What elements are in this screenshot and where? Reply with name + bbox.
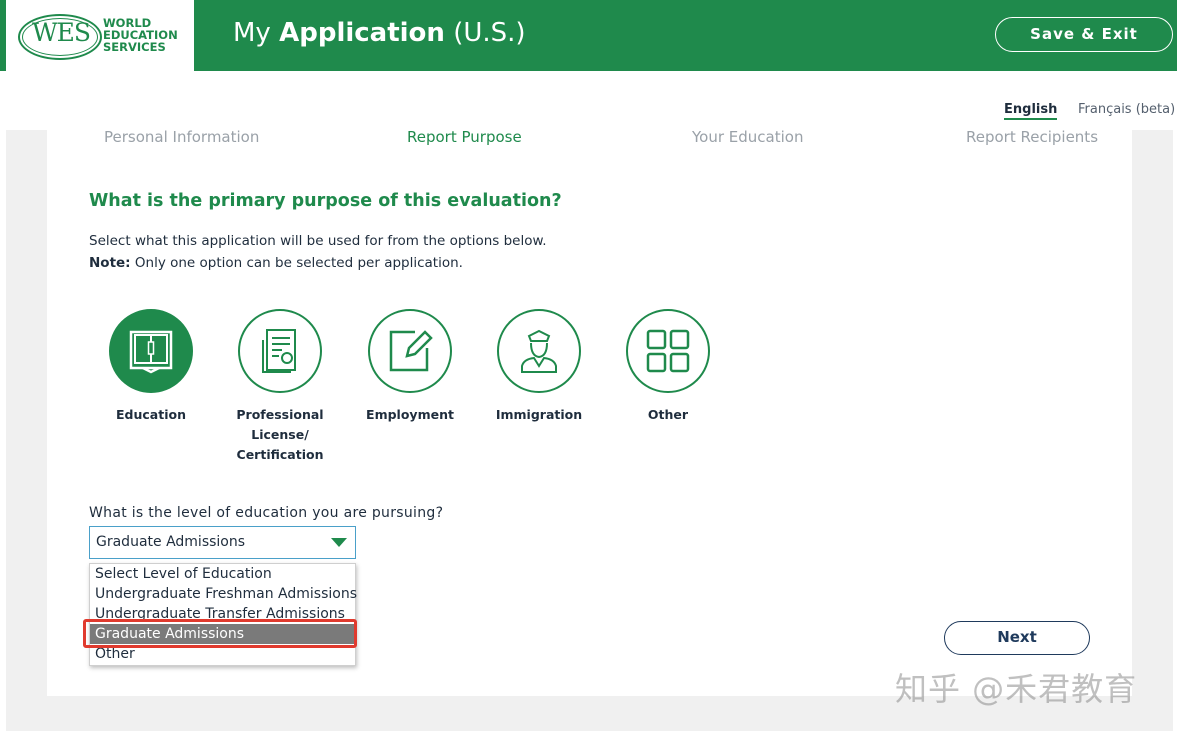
note-text: Note: Only one option can be selected pe… <box>89 255 463 271</box>
language-french-link[interactable]: Français (beta) <box>1078 102 1175 117</box>
step-report-recipients[interactable]: Report Recipients <box>966 128 1098 146</box>
page-title: My Application (U.S.) <box>233 18 526 48</box>
purpose-option-employment[interactable]: Employment <box>355 309 465 425</box>
section-heading: What is the primary purpose of this eval… <box>89 191 562 211</box>
annotation-highlight-box <box>83 619 357 648</box>
purpose-option-label: Other <box>647 407 689 422</box>
book-icon <box>109 309 193 393</box>
education-level-dropdown: Select Level of Education Undergraduate … <box>89 563 357 666</box>
grid-icon <box>626 309 710 393</box>
app-header: WES WORLD EDUCATION SERVICES My Applicat… <box>0 0 1177 71</box>
language-english-link[interactable]: English <box>1004 102 1058 120</box>
certificate-icon <box>238 309 322 393</box>
purpose-option-label: Education <box>116 407 186 422</box>
dropdown-option[interactable]: Select Level of Education <box>90 564 355 584</box>
purpose-option-other[interactable]: Other <box>613 309 723 425</box>
logo-mark: WES <box>31 18 91 47</box>
dropdown-option[interactable]: Undergraduate Freshman Admissions <box>90 584 357 604</box>
education-level-label: What is the level of education you are p… <box>89 505 444 521</box>
education-level-value: Graduate Admissions <box>96 534 246 550</box>
purpose-option-professional-license[interactable]: Professional License/ Certification <box>225 309 335 465</box>
step-personal-information[interactable]: Personal Information <box>104 128 259 146</box>
step-your-education[interactable]: Your Education <box>692 128 803 146</box>
edit-icon <box>368 309 452 393</box>
chevron-down-icon[interactable] <box>331 538 347 547</box>
purpose-option-label: Immigration <box>495 407 583 422</box>
instruction-text: Select what this application will be use… <box>89 233 547 249</box>
next-button[interactable]: Next <box>944 621 1090 655</box>
purpose-option-label: Employment <box>366 407 454 422</box>
purpose-option-immigration[interactable]: Immigration <box>484 309 594 425</box>
logo-text: WORLD EDUCATION SERVICES <box>103 16 178 54</box>
purpose-option-education[interactable]: Education <box>96 309 206 425</box>
purpose-option-label: Professional License/ Certification <box>236 407 324 462</box>
education-level-select[interactable]: Graduate Admissions <box>89 526 356 559</box>
officer-icon <box>497 309 581 393</box>
save-exit-button[interactable]: Save & Exit <box>995 17 1173 52</box>
step-report-purpose[interactable]: Report Purpose <box>407 128 522 146</box>
wes-logo[interactable]: WES WORLD EDUCATION SERVICES <box>6 0 194 71</box>
watermark: 知乎 @禾君教育 <box>895 670 1138 708</box>
